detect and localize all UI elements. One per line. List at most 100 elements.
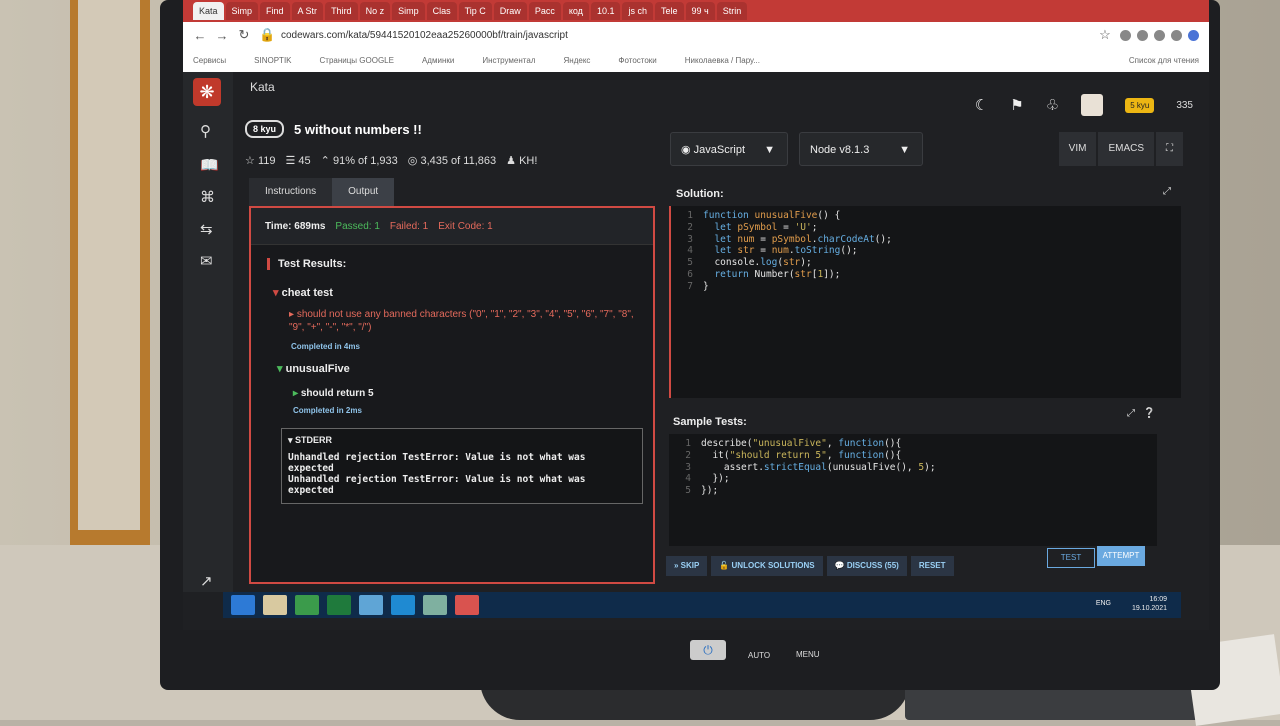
bookmark-item[interactable]: Фотостоки xyxy=(618,56,656,65)
browser-tab[interactable]: Simp xyxy=(392,2,425,20)
bookmark-item[interactable]: Инструментал xyxy=(482,56,535,65)
extension-icon[interactable] xyxy=(1120,29,1131,41)
url-field[interactable]: codewars.com/kata/59441520102eaa25260000… xyxy=(281,30,1090,41)
browser-tab[interactable]: Tele xyxy=(654,2,684,20)
extension-icon[interactable] xyxy=(1137,29,1148,41)
windows-start-icon[interactable] xyxy=(231,595,255,615)
avatar[interactable] xyxy=(1081,94,1104,116)
code-line: 2 it("should return 5", function(){ xyxy=(685,449,902,461)
bookmark-item[interactable]: Админки xyxy=(422,56,454,65)
language-indicator[interactable]: ENG xyxy=(1096,600,1111,607)
profile-icon[interactable] xyxy=(1188,29,1199,41)
browser-tab[interactable]: 99 ч xyxy=(685,2,715,20)
browser-tab[interactable]: Tip C xyxy=(458,2,492,20)
chrome-icon[interactable] xyxy=(455,595,479,615)
browser-tab[interactable]: код xyxy=(562,2,589,20)
test-group-unusualfive[interactable]: ▾ unusualFive xyxy=(277,362,350,375)
power-icon[interactable]: ⏻ xyxy=(690,640,726,660)
vscode-icon[interactable] xyxy=(391,595,415,615)
browser-tab[interactable]: Third xyxy=(325,2,358,20)
browser-tab[interactable]: Strin xyxy=(716,2,748,20)
reading-list-link[interactable]: Список для чтения xyxy=(1129,56,1199,65)
tab-instructions[interactable]: Instructions xyxy=(249,178,333,206)
browser-tab[interactable]: A Str xyxy=(291,2,324,20)
bell-icon[interactable]: ♧ xyxy=(1046,96,1059,114)
language-select[interactable]: ◉ JavaScript ▼ xyxy=(670,132,788,166)
expand-icon[interactable]: ⤢ xyxy=(1163,186,1171,197)
swap-icon[interactable]: ⇆ xyxy=(200,220,213,238)
stderr-line: Unhandled rejection TestError: Value is … xyxy=(288,452,586,463)
code-line: 3 let num = pSymbol. charCodeAt (); xyxy=(687,233,892,245)
stderr-title[interactable]: ▾ STDERR xyxy=(288,435,636,446)
codewars-logo-icon[interactable]: ❋ xyxy=(193,78,221,106)
kata-header: 8 kyu 5 without numbers !! xyxy=(245,120,422,138)
thumb-icon: ⌃ xyxy=(320,155,330,167)
moon-icon[interactable]: ☾ xyxy=(975,96,988,114)
book-icon[interactable]: 📖 xyxy=(200,156,219,174)
trend-icon[interactable]: ↗ xyxy=(200,572,213,590)
extension-icon[interactable] xyxy=(1154,29,1165,41)
test-button[interactable]: TEST xyxy=(1047,548,1095,568)
back-icon[interactable]: ← xyxy=(193,28,207,43)
feed-icon[interactable]: ⌘ xyxy=(200,188,215,206)
star-icon: ☆ xyxy=(245,155,255,167)
browser-tab[interactable]: Kata xyxy=(193,2,224,20)
section-title[interactable]: Kata xyxy=(250,80,275,94)
browser-tab[interactable]: Pacc xyxy=(528,2,561,20)
reload-icon[interactable]: ↻ xyxy=(237,27,251,43)
reset-button[interactable]: RESET xyxy=(910,556,954,576)
bookmark-item[interactable]: Сервисы xyxy=(193,56,226,65)
discuss-button[interactable]: 💬 DISCUSS (55) xyxy=(826,556,907,576)
vim-mode-button[interactable]: VIM xyxy=(1058,132,1097,166)
emacs-mode-button[interactable]: EMACS xyxy=(1098,132,1154,166)
unlock-solutions-button[interactable]: 🔓 UNLOCK SOLUTIONS xyxy=(711,556,823,576)
fullscreen-icon[interactable]: ⛶ xyxy=(1156,132,1183,166)
extensions xyxy=(1120,29,1199,41)
extension-icon[interactable] xyxy=(1171,29,1182,41)
browser-tab[interactable]: Clas xyxy=(426,2,457,20)
failed-count: Failed: 1 xyxy=(389,220,429,232)
bookmark-item[interactable]: SINOPTIK xyxy=(254,56,291,65)
browser-tabbar: Kata Simp Find A Str Third No z Simp Clas Tip CD… xyxy=(183,0,1209,22)
forward-icon[interactable]: → xyxy=(215,28,229,43)
author-stat[interactable]: ♟ KH! xyxy=(506,154,537,167)
attempt-button[interactable]: ATTEMPT xyxy=(1097,546,1145,566)
help-icon[interactable]: ❔ xyxy=(1143,408,1155,419)
solution-editor[interactable]: 1 function unusualFive() { 2 let pSymbol … xyxy=(669,206,1181,398)
browser-tab[interactable]: Draw xyxy=(493,2,527,20)
search-icon[interactable]: ⚲ xyxy=(200,122,211,140)
caret-down-icon: ▾ xyxy=(277,363,283,375)
browser-tab[interactable]: No z xyxy=(359,2,391,20)
bookmark-icon[interactable]: ⚑ xyxy=(1010,96,1023,114)
skip-button[interactable]: » SKIP xyxy=(666,556,708,576)
star-icon[interactable]: ☆ xyxy=(1098,27,1112,43)
bookmark-item[interactable]: Страницы GOOGLE xyxy=(320,56,394,65)
stars-stat[interactable]: ☆ 119 xyxy=(245,154,275,167)
app-icon[interactable] xyxy=(423,595,447,615)
explorer-icon[interactable] xyxy=(263,595,287,615)
caret-down-icon: ▾ xyxy=(273,287,279,299)
collections-stat[interactable]: ☰ 45 xyxy=(285,154,310,167)
test-group-cheat[interactable]: ▾ cheat test xyxy=(273,286,333,299)
bookmark-item[interactable]: Яндекс xyxy=(564,56,591,65)
browser-tab[interactable]: Simp xyxy=(225,2,259,20)
sample-tests-editor[interactable]: 1 describe("unusualFive", function(){ 2 i… xyxy=(669,434,1157,546)
chat-icon[interactable]: ✉ xyxy=(200,252,213,270)
clock[interactable]: 16:09 19.10.2021 xyxy=(1132,595,1167,613)
expand-icon[interactable]: ⤢ xyxy=(1127,408,1135,419)
output-panel: Time: 689ms Passed: 1 Failed: 1 Exit Cod… xyxy=(249,206,655,584)
browser-tab[interactable]: js ch xyxy=(622,2,653,20)
app-icon[interactable] xyxy=(359,595,383,615)
browser-tab[interactable]: Find xyxy=(260,2,290,20)
app-icon[interactable] xyxy=(295,595,319,615)
completed-time-2: Completed in 2ms xyxy=(293,406,362,415)
tab-output[interactable]: Output xyxy=(332,178,395,206)
bookmark-item[interactable]: Николаевка / Пару... xyxy=(685,56,760,65)
browser-tab[interactable]: 10.1 xyxy=(590,2,621,20)
solution-label: Solution: xyxy=(676,188,724,200)
excel-icon[interactable] xyxy=(327,595,351,615)
left-tabs: Instructions Output xyxy=(249,178,395,206)
solution-code: 1 function unusualFive() { 2 let pSymbol … xyxy=(671,206,1181,293)
node-version-select[interactable]: Node v8.1.3 ▼ xyxy=(799,132,923,166)
bookmarks-bar: Сервисы SINOPTIK Страницы GOOGLE Админки Инс… xyxy=(183,48,1209,73)
